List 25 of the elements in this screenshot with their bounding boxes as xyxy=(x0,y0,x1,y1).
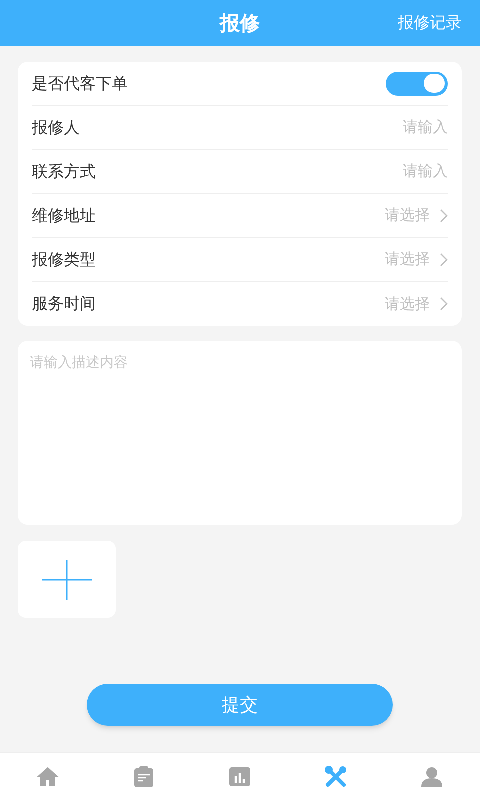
wrench-screwdriver-icon xyxy=(324,764,348,788)
field-label: 维修地址 xyxy=(32,204,96,226)
plus-icon xyxy=(42,560,92,600)
field-label: 联系方式 xyxy=(32,160,96,182)
select-picker[interactable]: 请选择 xyxy=(385,204,448,227)
add-photo-button[interactable] xyxy=(18,541,116,618)
text-input[interactable]: 请输入 xyxy=(298,160,448,183)
home-icon xyxy=(36,764,60,788)
select-picker[interactable]: 请选择 xyxy=(385,248,448,271)
chevron-right-icon xyxy=(440,252,448,266)
text-input[interactable]: 请输入 xyxy=(298,116,448,139)
field-label: 报修人 xyxy=(32,116,80,138)
chevron-right-icon xyxy=(440,297,448,311)
field-label: 是否代客下单 xyxy=(32,72,128,94)
toggle-switch[interactable] xyxy=(386,72,448,96)
submit-button[interactable]: 提交 xyxy=(87,684,393,726)
repair-records-link[interactable]: 报修记录 xyxy=(398,11,462,35)
bar-chart-icon xyxy=(228,764,252,788)
clipboard-icon xyxy=(132,764,156,788)
field-label: 服务时间 xyxy=(32,293,96,315)
select-picker[interactable]: 请选择 xyxy=(385,292,448,316)
user-icon xyxy=(420,764,444,788)
chevron-right-icon xyxy=(440,208,448,222)
page-title: 报修 xyxy=(220,10,260,37)
field-label: 报修类型 xyxy=(32,248,96,270)
